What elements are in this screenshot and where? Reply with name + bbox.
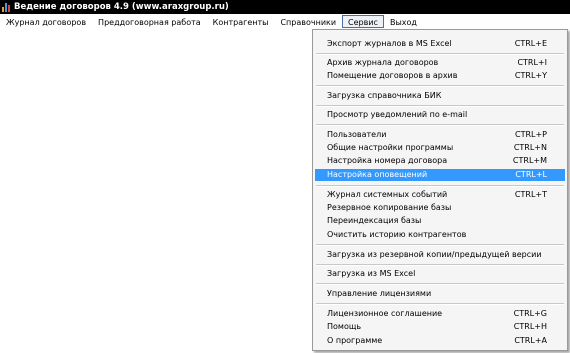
menu-separator	[316, 244, 564, 246]
menu-item-export-excel[interactable]: Экспорт журналов в MS Excel CTRL+E	[315, 38, 565, 50]
menu-item-label: Помощь	[327, 322, 362, 331]
menu-item-about[interactable]: О программе CTRL+A	[315, 335, 565, 347]
menu-item-shortcut: CTRL+H	[513, 322, 547, 331]
menu-item-system-events-log[interactable]: Журнал системных событий CTRL+T	[315, 189, 565, 201]
menu-separator	[316, 85, 564, 87]
menu-item-label: Резервное копирование базы	[327, 203, 452, 212]
menu-item-users[interactable]: Пользователи CTRL+P	[315, 129, 565, 141]
menu-item-shortcut: CTRL+N	[513, 143, 547, 152]
menu-item-shortcut: CTRL+L	[515, 170, 547, 179]
menu-item-label: Настройка оповещений	[327, 170, 428, 179]
menu-contracts-journal[interactable]: Журнал договоров	[0, 15, 92, 28]
menu-item-label: Настройка номера договора	[327, 156, 448, 165]
menu-item-shortcut: CTRL+P	[514, 130, 547, 139]
menu-item-backup-database[interactable]: Резервное копирование базы	[315, 202, 565, 214]
menu-item-shortcut: CTRL+A	[514, 336, 547, 345]
menu-counterparties[interactable]: Контрагенты	[207, 15, 275, 28]
app-chart-icon	[2, 2, 11, 12]
window-titlebar: Ведение договоров 4.9 (www.araxgroup.ru)	[0, 0, 570, 14]
main-menubar: Журнал договоров Преддоговорная работа К…	[0, 14, 570, 29]
menu-item-contracts-archive[interactable]: Архив журнала договоров CTRL+I	[315, 57, 565, 69]
menu-item-label: Экспорт журналов в MS Excel	[327, 39, 452, 48]
menu-item-license-management[interactable]: Управление лицензиями	[315, 288, 565, 300]
menu-item-label: Загрузка справочника БИК	[327, 91, 442, 100]
menu-item-general-settings[interactable]: Общие настройки программы CTRL+N	[315, 142, 565, 154]
menu-item-label: Переиндексация базы	[327, 216, 422, 225]
menu-separator	[316, 303, 564, 305]
menu-item-label: Пользователи	[327, 130, 387, 139]
window-title: Ведение договоров 4.9 (www.araxgroup.ru)	[14, 2, 229, 12]
menu-exit[interactable]: Выход	[384, 15, 423, 28]
menu-item-shortcut: CTRL+T	[514, 190, 547, 199]
menu-separator	[316, 283, 564, 285]
menu-item-label: Просмотр уведомлений по e-mail	[327, 110, 468, 119]
menu-item-label: О программе	[327, 336, 383, 345]
menu-item-move-to-archive[interactable]: Помещение договоров в архив CTRL+Y	[315, 70, 565, 82]
menu-separator	[316, 124, 564, 126]
menu-separator	[316, 53, 564, 55]
menu-separator	[316, 264, 564, 266]
menu-item-load-from-excel[interactable]: Загрузка из MS Excel	[315, 268, 565, 280]
menu-item-load-from-backup[interactable]: Загрузка из резервной копии/предыдущей в…	[315, 249, 565, 261]
menu-item-label: Управление лицензиями	[327, 289, 432, 298]
menu-item-shortcut: CTRL+G	[513, 309, 547, 318]
menu-item-help[interactable]: Помощь CTRL+H	[315, 321, 565, 333]
service-dropdown-menu: Экспорт журналов в MS Excel CTRL+E Архив…	[312, 29, 568, 351]
menu-references[interactable]: Справочники	[274, 15, 342, 28]
menu-item-label: Очистить историю контрагентов	[327, 230, 467, 239]
menu-item-clear-counterparty-history[interactable]: Очистить историю контрагентов	[315, 229, 565, 241]
menu-item-notification-settings[interactable]: Настройка оповещений CTRL+L	[315, 169, 565, 181]
menu-item-email-notifications[interactable]: Просмотр уведомлений по e-mail	[315, 109, 565, 121]
menu-item-label: Помещение договоров в архив	[327, 71, 458, 80]
menu-precontract-work[interactable]: Преддоговорная работа	[92, 15, 207, 28]
menu-service[interactable]: Сервис	[342, 15, 384, 28]
menu-item-label: Лицензионное соглашение	[327, 309, 443, 318]
menu-item-label: Архив журнала договоров	[327, 58, 439, 67]
menu-separator	[316, 185, 564, 187]
menu-separator	[316, 105, 564, 107]
menu-item-contract-number-settings[interactable]: Настройка номера договора CTRL+M	[315, 155, 565, 167]
menu-item-label: Загрузка из MS Excel	[327, 269, 416, 278]
menu-item-label: Загрузка из резервной копии/предыдущей в…	[327, 250, 542, 259]
menu-item-load-bik[interactable]: Загрузка справочника БИК	[315, 90, 565, 102]
menu-item-label: Общие настройки программы	[327, 143, 454, 152]
menu-item-shortcut: CTRL+I	[517, 58, 547, 67]
menu-item-reindex-database[interactable]: Переиндексация базы	[315, 215, 565, 227]
menu-item-shortcut: CTRL+E	[514, 39, 547, 48]
menu-item-shortcut: CTRL+Y	[514, 71, 547, 80]
menu-item-label: Журнал системных событий	[327, 190, 448, 199]
menu-item-shortcut: CTRL+M	[512, 156, 547, 165]
menu-item-license-agreement[interactable]: Лицензионное соглашение CTRL+G	[315, 308, 565, 320]
